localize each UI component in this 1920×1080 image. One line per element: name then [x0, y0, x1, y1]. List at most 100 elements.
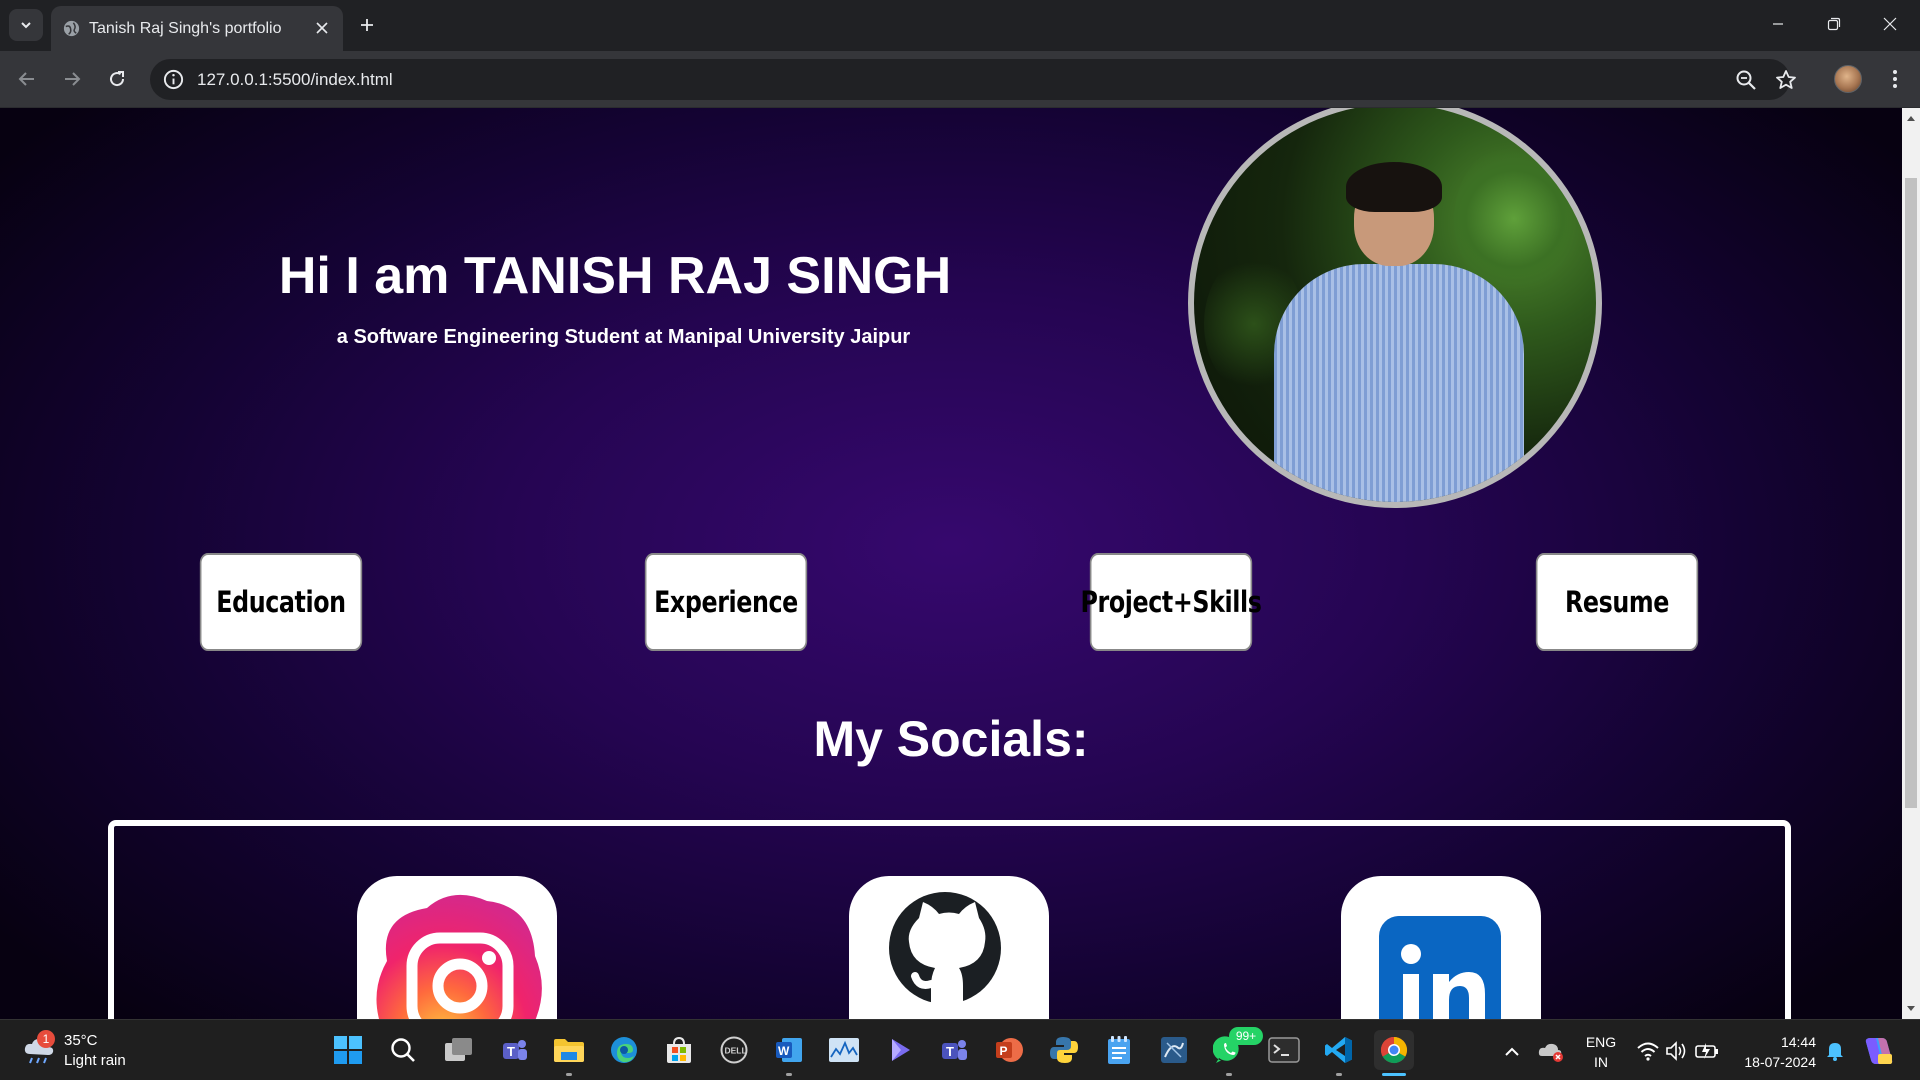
photo-person-shirt: [1274, 264, 1524, 502]
back-button[interactable]: [10, 62, 44, 96]
language-region: IN: [1594, 1054, 1608, 1070]
volume-icon[interactable]: [1664, 1040, 1688, 1062]
python-icon: [1050, 1037, 1078, 1063]
battery-charging-icon[interactable]: [1694, 1040, 1720, 1062]
instagram-link[interactable]: [357, 876, 557, 1019]
close-window-button[interactable]: [1862, 0, 1918, 48]
new-tab-button[interactable]: [352, 10, 382, 40]
forward-button[interactable]: [55, 62, 89, 96]
github-link[interactable]: [849, 876, 1049, 1019]
running-indicator: [566, 1073, 572, 1076]
whatsapp-unread-badge: 99+: [1229, 1027, 1263, 1045]
taskbar-notepad[interactable]: [1099, 1030, 1139, 1070]
terminal-icon: [1268, 1037, 1300, 1063]
taskbar-store[interactable]: [659, 1030, 699, 1070]
task-view-button[interactable]: [439, 1030, 479, 1070]
taskbar-vscode[interactable]: [1319, 1030, 1359, 1076]
dell-icon: DELL: [720, 1036, 748, 1064]
onedrive-error-icon[interactable]: [1538, 1040, 1564, 1064]
windows-taskbar: 1 35°C Light rain T DELL W T P 99+ ENG I…: [0, 1019, 1920, 1080]
active-tab[interactable]: Tanish Raj Singh's portfolio: [51, 6, 343, 51]
linkedin-link[interactable]: [1341, 876, 1541, 1019]
active-app-indicator: [1382, 1073, 1406, 1076]
taskbar-resource-monitor[interactable]: [824, 1030, 864, 1070]
address-bar[interactable]: 127.0.0.1:5500/index.html: [150, 59, 1796, 100]
weather-temperature: 35°C: [64, 1032, 98, 1049]
running-indicator: [1226, 1073, 1232, 1076]
edge-icon: [611, 1037, 637, 1063]
profile-avatar[interactable]: [1834, 65, 1862, 93]
svg-text:P: P: [1000, 1044, 1008, 1058]
taskbar-edge[interactable]: [604, 1030, 644, 1070]
minimize-button[interactable]: [1750, 0, 1806, 48]
power-automate-icon: [892, 1039, 910, 1061]
instagram-icon: [376, 894, 542, 1019]
taskbar-mysql-workbench[interactable]: [1154, 1030, 1194, 1070]
projects-skills-button[interactable]: Project+Skills: [1081, 553, 1262, 651]
vscode-icon: [1325, 1037, 1352, 1063]
reload-button[interactable]: [100, 62, 134, 96]
arrow-left-icon: [18, 72, 34, 86]
tab-strip: Tanish Raj Singh's portfolio: [0, 0, 1920, 51]
taskbar-powerpoint[interactable]: P: [989, 1030, 1029, 1070]
scroll-up-button[interactable]: [1902, 110, 1920, 126]
tab-search-button[interactable]: [9, 9, 43, 41]
caret-down-icon: [1907, 1006, 1915, 1011]
education-button[interactable]: Education: [199, 553, 363, 651]
page-scrollbar[interactable]: [1902, 108, 1920, 1019]
tab-title: Tanish Raj Singh's portfolio: [89, 20, 282, 37]
photo-person-hair: [1346, 162, 1442, 212]
language-code: ENG: [1585, 1034, 1617, 1050]
tab-close-button[interactable]: [309, 15, 335, 41]
weather-widget[interactable]: 1 35°C Light rain: [20, 1028, 150, 1074]
close-icon: [316, 22, 328, 34]
store-icon: [667, 1036, 691, 1063]
running-indicator: [1336, 1073, 1342, 1076]
taskbar-teams-chat[interactable]: T: [494, 1030, 534, 1070]
system-clock[interactable]: 14:44 18-07-2024: [1736, 1032, 1816, 1072]
clock-time: 14:44: [1780, 1034, 1816, 1050]
teams-icon: T: [942, 1040, 967, 1060]
clock-date: 18-07-2024: [1744, 1054, 1816, 1070]
scroll-down-button[interactable]: [1902, 1001, 1920, 1017]
browser-menu-button[interactable]: [1880, 62, 1910, 96]
copilot-icon[interactable]: [1862, 1034, 1896, 1068]
taskbar-file-explorer[interactable]: [549, 1030, 589, 1076]
mysql-workbench-icon: [1161, 1037, 1187, 1063]
taskbar-teams-work[interactable]: T: [934, 1030, 974, 1070]
zoom-icon[interactable]: [1734, 68, 1758, 92]
weather-alert-badge: 1: [37, 1030, 55, 1048]
restore-button[interactable]: [1806, 0, 1862, 48]
close-icon: [1883, 17, 1897, 31]
scrollbar-thumb[interactable]: [1905, 178, 1917, 808]
folder-icon: [554, 1039, 584, 1062]
github-icon: [889, 892, 1001, 1004]
chevron-up-icon[interactable]: [1500, 1040, 1524, 1064]
taskbar-python[interactable]: [1044, 1030, 1084, 1070]
chevron-down-icon: [21, 22, 31, 29]
notepad-icon: [1108, 1036, 1130, 1064]
taskbar-search-button[interactable]: [383, 1030, 423, 1070]
socials-heading: My Socials:: [813, 711, 1089, 767]
bell-icon[interactable]: [1823, 1038, 1847, 1062]
hero-title: Hi I am TANISH RAJ SINGH: [278, 247, 952, 305]
taskbar-chrome[interactable]: [1374, 1030, 1414, 1076]
powerpoint-icon: P: [996, 1038, 1023, 1062]
globe-icon: [63, 20, 80, 37]
search-icon: [391, 1038, 415, 1062]
resume-button[interactable]: Resume: [1535, 553, 1699, 651]
svg-text:W: W: [778, 1044, 790, 1058]
taskbar-power-automate[interactable]: [879, 1030, 919, 1070]
performance-monitor-icon: [829, 1038, 859, 1062]
taskbar-word[interactable]: W: [769, 1030, 809, 1076]
wifi-icon[interactable]: [1636, 1040, 1660, 1062]
experience-button[interactable]: Experience: [644, 553, 808, 651]
start-button[interactable]: [328, 1030, 368, 1070]
star-icon[interactable]: [1774, 68, 1798, 92]
taskbar-whatsapp[interactable]: 99+: [1209, 1027, 1263, 1076]
task-view-icon: [445, 1038, 472, 1061]
input-language-indicator[interactable]: ENG IN: [1584, 1032, 1618, 1072]
taskbar-dell[interactable]: DELL: [714, 1030, 754, 1070]
url-text[interactable]: 127.0.0.1:5500/index.html: [197, 70, 393, 90]
taskbar-terminal[interactable]: [1264, 1030, 1304, 1070]
